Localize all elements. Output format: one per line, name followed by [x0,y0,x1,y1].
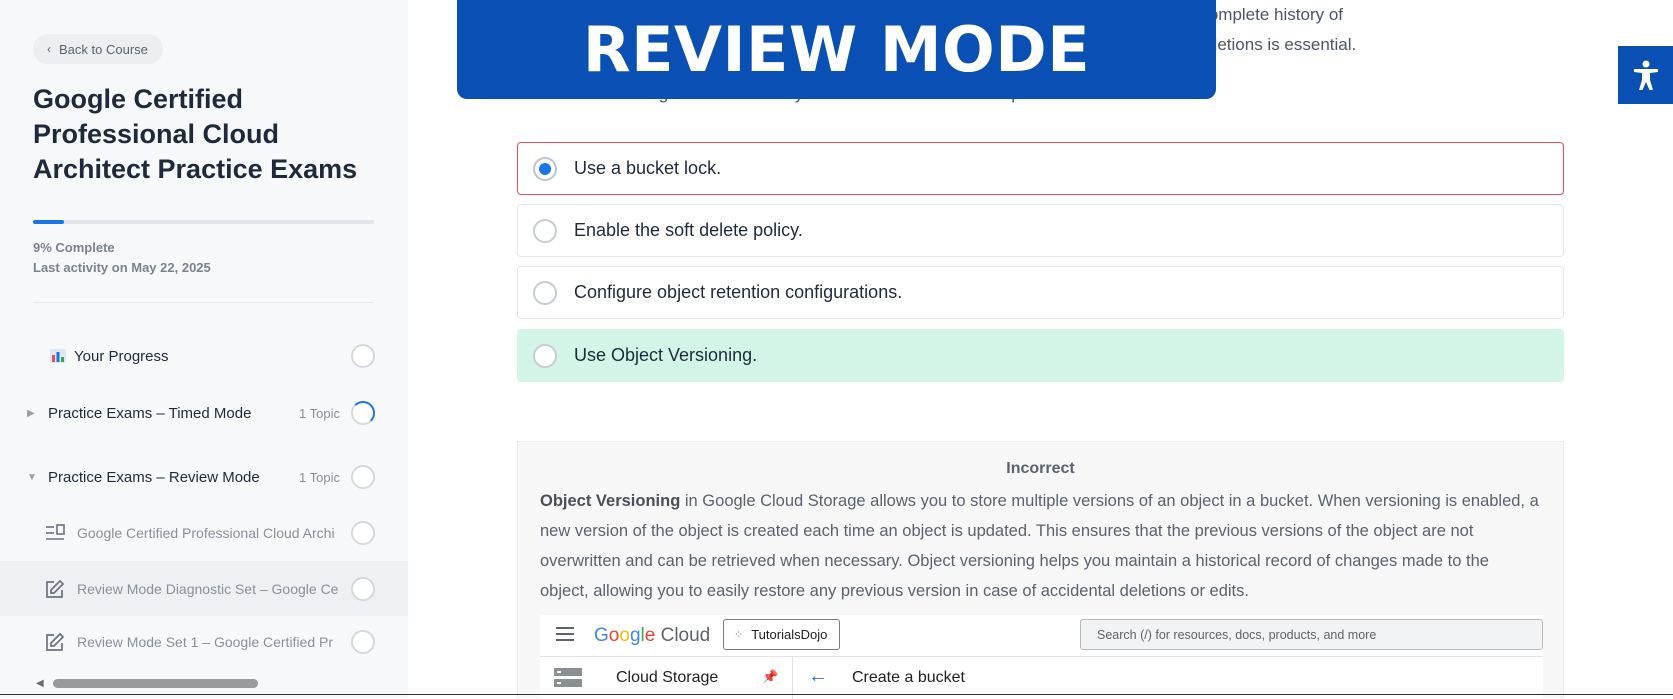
google-wordmark: Google [594,625,656,646]
radio[interactable] [533,343,557,368]
accessibility-icon [1633,60,1658,90]
expand-triangle-icon[interactable]: ▶ [27,408,35,419]
course-sidebar: ‹ Back to Course Google Certified Profes… [0,0,408,698]
status-circle [351,630,375,654]
sidebar-subitem-topic[interactable]: Google Certified Professional Cloud Arch… [0,518,408,548]
status-circle [351,465,375,489]
cloud-wordmark: Cloud [660,625,711,646]
sidebar-item-label: Practice Exams – Review Mode [48,468,260,486]
chart-icon [50,349,66,363]
sidebar-item-label: Practice Exams – Timed Mode [48,404,252,422]
google-cloud-logo: Google Cloud [594,625,710,647]
sidebar-subitem-set-1[interactable]: Review Mode Set 1 – Google Certified Pr [0,627,408,657]
course-title: Google Certified Professional Cloud Arch… [33,84,358,184]
review-mode-banner-text: REVIEW MODE [582,13,1091,86]
course-progress-bar [33,220,374,224]
answer-label: Use Object Versioning. [574,345,758,365]
sidebar-item-timed-mode[interactable]: ▶ Practice Exams – Timed Mode 1 Topic [0,398,408,428]
answer-label: Enable the soft delete policy. [574,220,803,240]
answer-option-2[interactable]: Enable the soft delete policy. [517,204,1564,257]
progress-text: 9% Complete [33,240,115,255]
topic-list-icon [46,524,65,540]
project-icon: ⁘ [734,629,744,641]
accessibility-button[interactable] [1618,46,1673,104]
sidebar-item-review-mode[interactable]: ▼ Practice Exams – Review Mode 1 Topic [0,462,408,492]
result-heading: Incorrect [1006,460,1075,477]
project-selector: ⁘ TutorialsDojo [723,619,841,650]
gcloud-search: Search (/) for resources, docs, products… [1080,619,1543,650]
sidebar-item-label: Review Mode Diagnostic Set – Google Ce [77,580,339,597]
divider [792,657,793,699]
back-to-course-label: Back to Course [59,41,148,57]
in-progress-circle [351,401,375,425]
arrow-left-icon: ← [808,665,828,687]
answer-label: Use a bucket lock. [574,158,722,178]
cloud-storage-icon [554,668,582,687]
answer-label: Configure object retention configuration… [574,282,903,302]
sidebar-horizontal-scrollbar[interactable]: ◀ [36,676,408,690]
status-circle [351,576,375,601]
review-mode-banner: REVIEW MODE [457,0,1216,99]
explanation-body: in Google Cloud Storage allows you to st… [540,492,1539,600]
radio[interactable] [533,280,557,305]
explanation-panel: Incorrect Object Versioning in Google Cl… [517,441,1564,699]
sidebar-item-label: Review Mode Set 1 – Google Certified Pr [77,634,334,650]
topic-count: 1 Topic [299,469,340,485]
status-circle [351,344,375,368]
edit-icon [46,632,65,651]
gcloud-console-screenshot: Google Cloud ⁘ TutorialsDojo Search (/) … [540,615,1543,699]
status-circle [351,521,375,545]
product-name: Cloud Storage [616,669,719,686]
hamburger-menu-icon [556,627,574,641]
sidebar-item-label: Google Certified Professional Cloud Arch… [77,525,335,541]
answer-option-3[interactable]: Configure object retention configuration… [517,266,1564,319]
edit-icon [46,579,65,598]
chevron-left-icon: ‹ [47,42,51,56]
pin-icon: 📌 [762,669,779,684]
topic-count: 1 Topic [299,405,340,421]
window-bottom-border [0,694,1673,695]
gcloud-page-title: Create a bucket [852,669,965,686]
sidebar-divider [33,302,374,303]
answer-option-4[interactable]: Use Object Versioning. [517,329,1564,382]
scrollbar-thumb[interactable] [53,679,258,688]
course-progress-fill [33,220,64,224]
answer-option-1[interactable]: Use a bucket lock. [517,142,1564,195]
project-name: TutorialsDojo [751,627,828,642]
gcloud-subheader: Cloud Storage 📌 ← Create a bucket [540,657,1543,699]
back-to-course-button[interactable]: ‹ Back to Course [33,34,163,64]
scroll-left-arrow-icon[interactable]: ◀ [36,678,44,689]
radio[interactable] [533,218,557,243]
last-activity-text: Last activity on May 22, 2025 [33,260,211,275]
explanation-term: Object Versioning [540,492,681,510]
sidebar-item-your-progress[interactable]: Your Progress [0,341,408,371]
explanation-text: Object Versioning in Google Cloud Storag… [540,486,1540,606]
gcloud-header: Google Cloud ⁘ TutorialsDojo Search (/) … [540,615,1543,657]
radio-selected[interactable] [533,156,557,181]
sidebar-subitem-diagnostic[interactable]: Review Mode Diagnostic Set – Google Ce [0,561,408,616]
sidebar-item-label: Your Progress [74,347,169,365]
collapse-triangle-icon[interactable]: ▼ [27,472,37,483]
